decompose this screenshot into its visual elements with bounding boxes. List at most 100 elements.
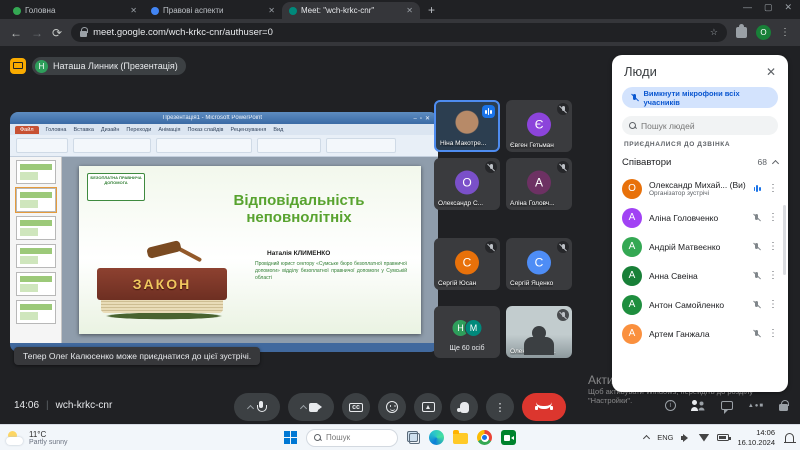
chrome-browser-icon[interactable]: [477, 430, 492, 445]
tab-close-icon[interactable]: ✕: [130, 6, 137, 15]
tab-close-icon[interactable]: ✕: [268, 6, 275, 15]
meeting-details-button[interactable]: [664, 400, 676, 411]
mic-button[interactable]: [234, 393, 280, 421]
host-controls-button[interactable]: [779, 400, 789, 411]
window-controls: — ▢ ✕: [743, 2, 792, 13]
ppt-tab: Анімація: [158, 126, 181, 133]
tray-chevron-icon[interactable]: [643, 434, 651, 443]
participant-row: А Аліна Головченко ⋮: [612, 203, 788, 232]
ppt-tab: Головна: [45, 126, 67, 133]
taskbar-search-input[interactable]: [326, 433, 386, 442]
taskbar-search[interactable]: [306, 428, 398, 447]
volume-icon[interactable]: [681, 434, 690, 442]
file-explorer-icon[interactable]: [453, 430, 468, 444]
video-tile-oleksandr-m[interactable]: Олександр М...: [506, 306, 572, 358]
participant-menu-icon[interactable]: ⋮: [768, 183, 778, 194]
bookmark-star-icon[interactable]: ☆: [710, 27, 718, 38]
close-icon[interactable]: ✕: [766, 65, 776, 79]
address-bar[interactable]: meet.google.com/wch-krkc-cnr/authuser=0 …: [71, 23, 727, 42]
video-tile-nina[interactable]: Ніна Макотре...: [434, 100, 500, 152]
activities-button[interactable]: [748, 403, 764, 409]
minimize-button[interactable]: —: [743, 2, 752, 13]
slide-thumbnail-selected: [14, 187, 57, 213]
ppt-ribbon-tabs: Файл Головна Вставка Дизайн Переходи Ані…: [10, 124, 438, 135]
join-toast: Тепер Олег Калюсенко може приєднатися до…: [14, 347, 261, 365]
raise-hand-button[interactable]: [450, 393, 478, 421]
browser-tab-meet[interactable]: Meet: "wch-krkc-cnr" ✕: [282, 2, 420, 19]
search-input[interactable]: [641, 120, 761, 131]
reload-icon[interactable]: ⟳: [52, 27, 62, 39]
contributors-group-row[interactable]: Співавтори 68: [622, 152, 780, 172]
slide-thumbnail: [15, 216, 56, 240]
chevron-up-icon[interactable]: [299, 404, 307, 412]
video-tile-alina[interactable]: А Аліна Головч...: [506, 158, 572, 210]
participant-menu-icon[interactable]: ⋮: [768, 270, 778, 281]
shared-screen-tile[interactable]: Презентація1 - Microsoft PowerPoint –▫✕ …: [10, 112, 438, 352]
chevron-up-icon[interactable]: [246, 404, 255, 412]
participant-menu-icon[interactable]: ⋮: [768, 328, 778, 339]
ppt-ribbon-group: [73, 138, 151, 153]
ppt-tab: Переходи: [126, 126, 152, 133]
meet-app-icon[interactable]: [501, 430, 516, 445]
present-button[interactable]: [414, 393, 442, 421]
browser-tab-home[interactable]: Головна ✕: [6, 2, 144, 19]
more-participants-tile[interactable]: Н М Ще 60 осіб: [434, 306, 500, 358]
edge-browser-icon[interactable]: [429, 430, 444, 445]
participant-menu-icon[interactable]: ⋮: [768, 241, 778, 252]
participant-menu-icon[interactable]: ⋮: [768, 299, 778, 310]
panel-title: Люди: [624, 64, 657, 79]
ppt-tab: Вид: [273, 126, 284, 133]
contributors-count: 68: [757, 157, 767, 167]
browser-menu-icon[interactable]: ⋮: [780, 27, 790, 38]
mic-off-icon: [557, 103, 569, 115]
taskbar-clock[interactable]: 14:06 16.10.2024: [737, 428, 775, 447]
mic-off-icon: [485, 241, 497, 253]
back-icon[interactable]: ←: [10, 27, 22, 39]
slide-thumbnail: [15, 300, 56, 324]
participant-menu-icon[interactable]: ⋮: [768, 212, 778, 223]
chat-button[interactable]: [720, 401, 733, 414]
language-indicator[interactable]: ENG: [657, 433, 673, 442]
reactions-button[interactable]: [378, 393, 406, 421]
video-tile-serhii-yusan[interactable]: С Сергій Юсан: [434, 238, 500, 290]
tab-close-icon[interactable]: ✕: [406, 6, 413, 15]
end-call-button[interactable]: [522, 393, 566, 421]
mic-off-icon: [557, 161, 569, 173]
ppt-window-controls: –▫✕: [413, 115, 433, 122]
profile-avatar[interactable]: О: [756, 25, 771, 40]
close-button[interactable]: ✕: [784, 2, 792, 13]
forward-icon[interactable]: →: [31, 27, 43, 39]
meet-bottom-bar: 14:06 | wch-krkc-cnr cc ⋮: [0, 392, 800, 424]
section-label: ПРИЄДНАЛИСЯ ДО ДЗВІНКА: [624, 141, 731, 148]
mic-off-icon: [485, 161, 497, 173]
ppt-ribbon: [10, 135, 438, 157]
more-options-button[interactable]: ⋮: [486, 393, 514, 421]
browser-tab-legal[interactable]: Правові аспекти ✕: [144, 2, 282, 19]
participant-list: О Олександр Михай... (Ви) Організатор зу…: [612, 174, 788, 348]
video-tile-serhii-yatsenko[interactable]: С Сергій Яценко: [506, 238, 572, 290]
slide-body-text: Провідний юрист сектору «Сумське бюро бе…: [255, 261, 407, 281]
present-screen-icon: [421, 402, 435, 412]
task-view-button[interactable]: [407, 431, 420, 444]
new-tab-button[interactable]: +: [428, 3, 435, 17]
people-button[interactable]: [690, 400, 706, 411]
people-search[interactable]: [622, 116, 778, 135]
presenter-label: Наташа Линник (Презентація): [53, 61, 178, 71]
battery-icon[interactable]: [717, 434, 732, 441]
tab-favicon: [13, 6, 21, 15]
presenter-chip[interactable]: Н Наташа Линник (Презентація): [10, 57, 186, 75]
video-tile-oleksandr-s[interactable]: О Олександр С...: [434, 158, 500, 210]
notifications-icon[interactable]: [783, 433, 796, 443]
smiley-icon: [386, 401, 398, 413]
captions-button[interactable]: cc: [342, 393, 370, 421]
network-icon[interactable]: [698, 433, 710, 442]
panel-scrollbar[interactable]: [783, 205, 786, 275]
video-tile-yevhen[interactable]: Є Євген Гетьман: [506, 100, 572, 152]
maximize-button[interactable]: ▢: [764, 2, 773, 13]
ppt-title-bar: Презентація1 - Microsoft PowerPoint –▫✕: [10, 112, 438, 124]
start-button[interactable]: [284, 431, 297, 444]
mute-all-button[interactable]: Вимкнути мікрофони всіх учасників: [622, 87, 778, 108]
camera-button[interactable]: [288, 393, 334, 421]
ppt-ribbon-group: [16, 138, 68, 153]
extensions-icon[interactable]: [736, 24, 747, 38]
